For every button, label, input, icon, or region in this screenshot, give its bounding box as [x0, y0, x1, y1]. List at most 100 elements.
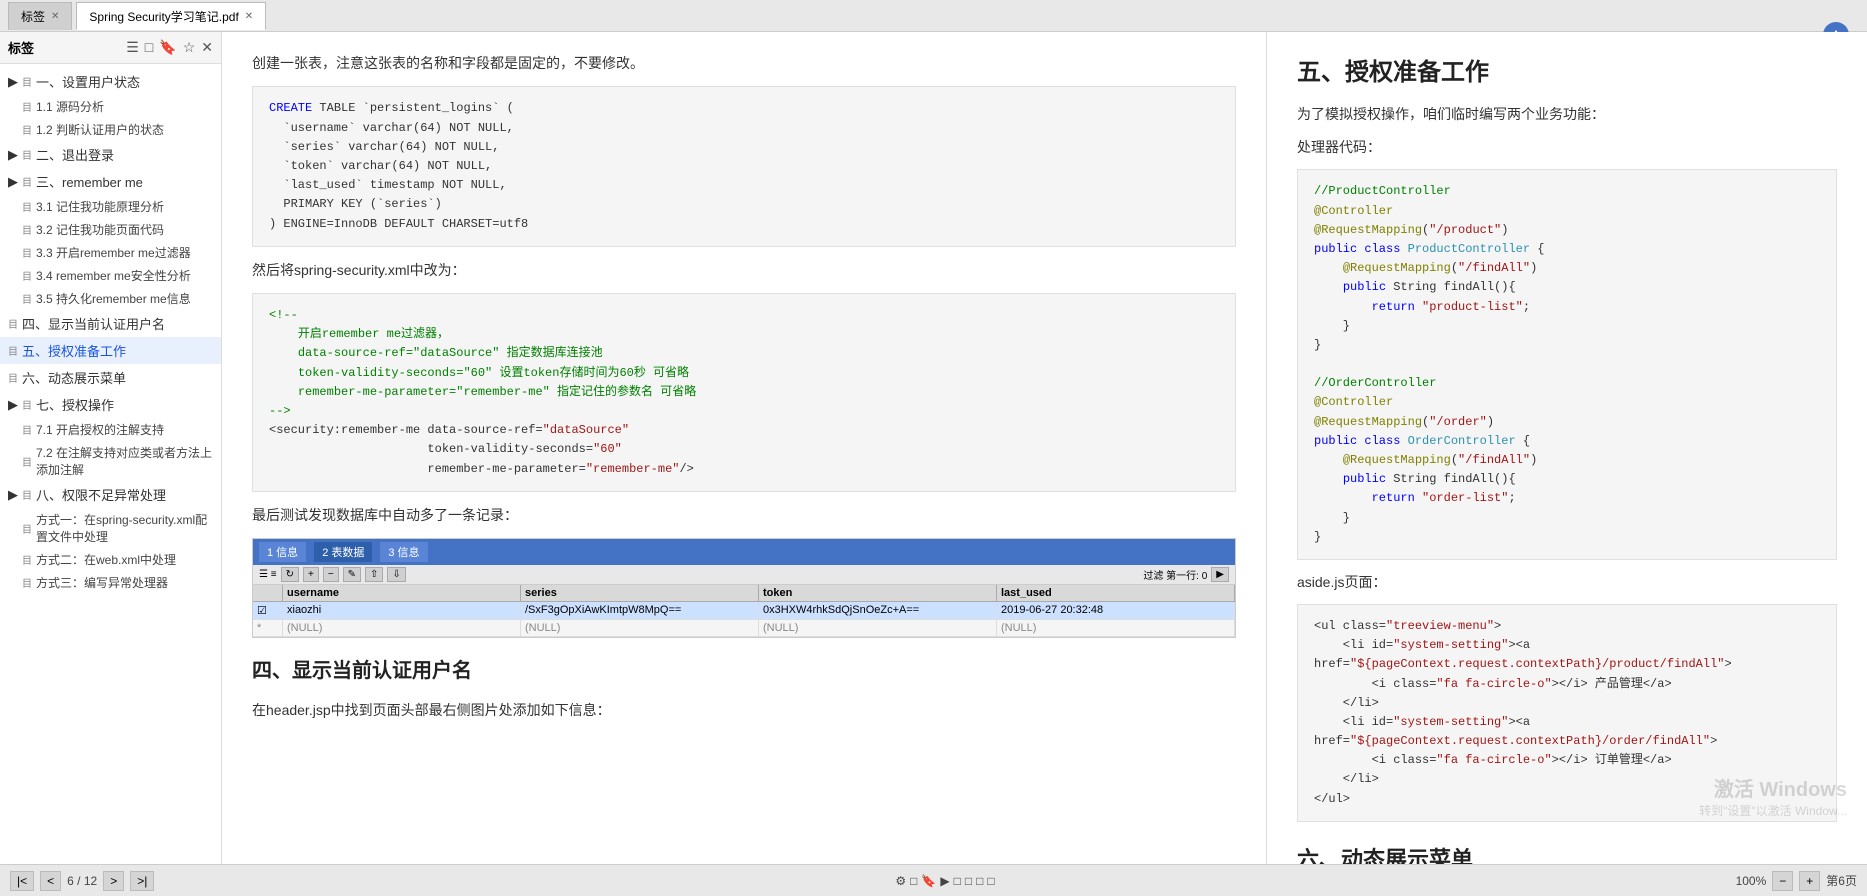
sidebar-label: 方式三：编写异常处理器 [36, 574, 168, 591]
sidebar-label: 1.2 判断认证用户的状态 [36, 121, 164, 138]
copy-icon[interactable]: □ [145, 39, 153, 56]
code-line: `series` varchar(64) NOT NULL, [269, 138, 1219, 157]
sidebar-item-7-1[interactable]: 目 7.1 开启授权的注解支持 [0, 418, 221, 441]
db-row-1[interactable]: ☑ xiaozhi /SxF3gOpXiAwKImtpW8MpQ== 0x3HX… [253, 602, 1235, 620]
section4-text: 在header.jsp中找到页面头部最右侧图片处添加如下信息： [252, 699, 1236, 721]
sidebar-item-3-3[interactable]: 目 3.3 开启remember me过滤器 [0, 241, 221, 264]
close-icon[interactable]: ✕ [201, 39, 213, 56]
tab-bar: 标签 ✕ Spring Security学习笔记.pdf ✕ A [0, 0, 1867, 32]
sidebar-item-section5[interactable]: 目 五、授权准备工作 [0, 337, 221, 364]
sidebar-item-section3[interactable]: ▶ 目 三、remember me [0, 168, 221, 195]
db-row-null[interactable]: * (NULL) (NULL) (NULL) (NULL) [253, 620, 1235, 637]
code-line: <li id="system-setting"><a href="${pageC… [1314, 636, 1820, 674]
db-export-btn[interactable]: ⇧ [365, 567, 383, 582]
db-col-series: series [521, 585, 759, 601]
code-line: </li> [1314, 770, 1820, 789]
expand-icon: ▶ [8, 397, 18, 413]
db-col-token: token [759, 585, 997, 601]
tool-box2-icon[interactable]: □ [965, 874, 972, 888]
sidebar-item-1-1[interactable]: 目 1.1 源码分析 [0, 95, 221, 118]
tool-box4-icon[interactable]: □ [987, 874, 994, 888]
sidebar-item-3-1[interactable]: 目 3.1 记住我功能原理分析 [0, 195, 221, 218]
bottom-center: ⚙ □ 🔖 ▶ □ □ □ □ [895, 874, 994, 888]
db-import-btn[interactable]: ⇩ [387, 567, 405, 582]
sidebar-item-3-5[interactable]: 目 3.5 持久化remember me信息 [0, 287, 221, 310]
sidebar-label: 六、动态展示菜单 [22, 368, 126, 387]
db-edit-btn[interactable]: ✎ [343, 567, 361, 582]
nav-first-btn[interactable]: |< [10, 871, 34, 891]
tool-bookmark-icon[interactable]: 🔖 [921, 874, 936, 888]
db-cell-token: 0x3HXW4rhkSdQjSnOeZc+A== [759, 602, 997, 619]
sidebar-item-1-2[interactable]: 目 1.2 判断认证用户的状态 [0, 118, 221, 141]
tab-pdf[interactable]: Spring Security学习笔记.pdf ✕ [76, 2, 266, 30]
star-icon[interactable]: ☆ [183, 39, 196, 56]
code-line: PRIMARY KEY (`series`) [269, 195, 1219, 214]
db-filter-apply-btn[interactable]: ▶ [1211, 567, 1229, 582]
sidebar-label: 3.2 记住我功能页面代码 [36, 221, 164, 238]
expand-icon: ▶ [8, 174, 18, 190]
code-line: remember-me-parameter="remember-me" 指定记住… [269, 383, 1219, 402]
tool-box3-icon[interactable]: □ [976, 874, 983, 888]
code-line: <i class="fa fa-circle-o"></i> 订单管理</a> [1314, 751, 1820, 770]
sidebar-item-8-3[interactable]: 目 方式三：编写异常处理器 [0, 571, 221, 594]
db-cell-last-used: 2019-06-27 20:32:48 [997, 602, 1235, 619]
db-cell-last-used: (NULL) [997, 620, 1235, 636]
page-icon: 目 [22, 422, 32, 437]
db-tab-data[interactable]: 2 表数据 [314, 542, 372, 562]
page-icon: 目 [22, 222, 32, 237]
code-line: <!-- [269, 306, 1219, 325]
sidebar-title: 标签 [8, 38, 34, 57]
sidebar-item-section2[interactable]: ▶ 目 二、退出登录 [0, 141, 221, 168]
tab-bookmarks[interactable]: 标签 ✕ [8, 2, 72, 30]
sidebar-item-section6[interactable]: 目 六、动态展示菜单 [0, 364, 221, 391]
sidebar-item-section1[interactable]: ▶ 目 一、设置用户状态 [0, 68, 221, 95]
db-add-btn[interactable]: + [303, 567, 319, 582]
db-refresh-btn[interactable]: ↻ [281, 567, 299, 582]
db-col-check [253, 585, 283, 601]
db-col-last-used: last_used [997, 585, 1235, 601]
sidebar-item-8-1[interactable]: 目 方式一：在spring-security.xml配置文件中处理 [0, 508, 221, 548]
page-icon: 目 [22, 99, 32, 114]
sidebar-item-section7[interactable]: ▶ 目 七、授权操作 [0, 391, 221, 418]
db-toolbar: 1 信息 2 表数据 3 信息 [253, 539, 1235, 565]
page-icon: 目 [22, 397, 32, 412]
nav-last-btn[interactable]: >| [130, 871, 154, 891]
zoom-in-btn[interactable]: + [1799, 871, 1820, 891]
text3: 最后测试发现数据库中自动多了一条记录： [252, 504, 1236, 526]
sidebar-item-8-2[interactable]: 目 方式二：在web.xml中处理 [0, 548, 221, 571]
code-line: remember-me-parameter="remember-me"/> [269, 460, 1219, 479]
processor-label: 处理器代码： [1297, 137, 1837, 157]
bookmark-icon[interactable]: 🔖 [159, 39, 176, 56]
tab-close-icon[interactable]: ✕ [51, 11, 59, 22]
code-line: `username` varchar(64) NOT NULL, [269, 119, 1219, 138]
tool-settings-icon[interactable]: ⚙ [895, 874, 906, 888]
code-line: <security:remember-me data-source-ref="d… [269, 421, 1219, 440]
sidebar-item-3-2[interactable]: 目 3.2 记住我功能页面代码 [0, 218, 221, 241]
code-line: return "order-list"; [1314, 489, 1820, 508]
db-filter-label: 过滤 第一行: 0 [1143, 567, 1207, 582]
code-line: } [1314, 317, 1820, 336]
page-icon: 目 [22, 174, 32, 189]
sidebar-item-section8[interactable]: ▶ 目 八、权限不足异常处理 [0, 481, 221, 508]
sidebar-item-section4[interactable]: 目 四、显示当前认证用户名 [0, 310, 221, 337]
tool-copy-icon[interactable]: □ [910, 874, 917, 888]
db-tab-info2[interactable]: 3 信息 [380, 542, 427, 562]
page-icon: 目 [22, 147, 32, 162]
tab-label: Spring Security学习笔记.pdf [89, 8, 238, 25]
sidebar-item-3-4[interactable]: 目 3.4 remember me安全性分析 [0, 264, 221, 287]
sidebar-item-7-2[interactable]: 目 7.2 在注解支持对应类或者方法上添加注解 [0, 441, 221, 481]
zoom-out-btn[interactable]: − [1772, 871, 1793, 891]
code-line: <i class="fa fa-circle-o"></i> 产品管理</a> [1314, 675, 1820, 694]
db-delete-btn[interactable]: − [323, 567, 339, 582]
nav-prev-btn[interactable]: < [40, 871, 61, 891]
menu-icon[interactable]: ☰ [126, 39, 139, 56]
section4-title: 四、显示当前认证用户名 [252, 654, 1236, 683]
tool-box1-icon[interactable]: □ [954, 874, 961, 888]
bottom-bar: |< < 6 / 12 > >| ⚙ □ 🔖 ▶ □ □ □ □ 100% − … [0, 864, 1867, 896]
code-line: //OrderController [1314, 374, 1820, 393]
db-tab-info[interactable]: 1 信息 [259, 542, 306, 562]
tool-play-icon[interactable]: ▶ [940, 874, 949, 888]
tab-close-icon[interactable]: ✕ [245, 11, 253, 22]
code-line: @RequestMapping("/product") [1314, 221, 1820, 240]
nav-next-btn[interactable]: > [103, 871, 124, 891]
